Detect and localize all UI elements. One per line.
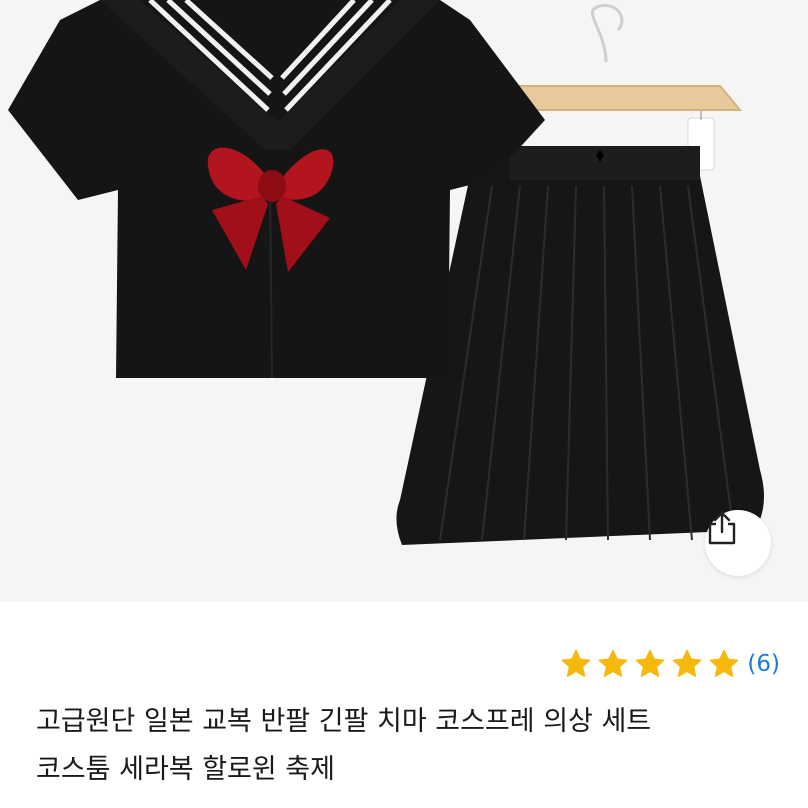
product-info: (6) 고급원단 일본 교복 반팔 긴팔 치마 코스프레 의상 세트 코스툼 세… bbox=[0, 602, 808, 808]
share-button[interactable] bbox=[705, 510, 771, 576]
share-icon bbox=[708, 511, 736, 545]
star-icon bbox=[673, 649, 702, 677]
rating[interactable]: (6) bbox=[560, 648, 780, 680]
hanger-hook bbox=[590, 3, 624, 63]
star-icon bbox=[710, 649, 739, 677]
product-title-line-1: 고급원단 일본 교복 반팔 긴팔 치마 코스프레 의상 세트 bbox=[36, 706, 652, 737]
pleated-skirt bbox=[396, 146, 764, 545]
rating-stars bbox=[560, 648, 745, 680]
uniform-photo bbox=[8, 0, 764, 545]
product-image[interactable] bbox=[0, 0, 808, 602]
star-icon bbox=[599, 649, 628, 677]
star-icon bbox=[562, 649, 591, 677]
product-title: 고급원단 일본 교복 반팔 긴팔 치마 코스프레 의상 세트 코스툼 세라복 할… bbox=[36, 698, 776, 794]
product-title-line-2: 코스툼 세라복 할로윈 축제 bbox=[36, 754, 335, 785]
star-icon bbox=[636, 649, 665, 677]
rating-count[interactable]: (6) bbox=[747, 651, 780, 677]
